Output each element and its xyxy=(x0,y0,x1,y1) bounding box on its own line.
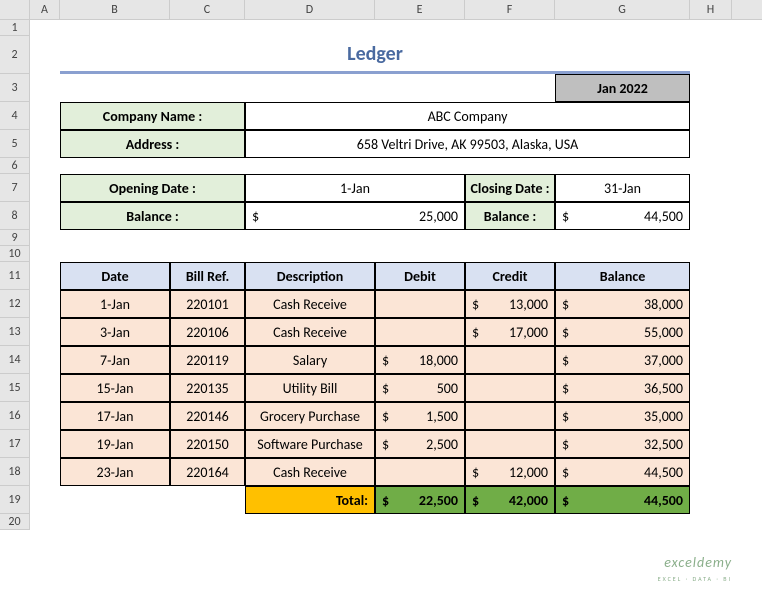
cell-debit[interactable]: $500 xyxy=(375,374,465,402)
row-header-10[interactable]: 10 xyxy=(0,246,29,262)
company-name-label: Company Name : xyxy=(60,102,245,130)
col-header-B[interactable]: B xyxy=(60,0,170,19)
cell-desc[interactable]: Software Purchase xyxy=(245,430,375,458)
col-header-F[interactable]: F xyxy=(465,0,555,19)
total-balance[interactable]: $44,500 xyxy=(555,486,690,514)
cell-credit[interactable] xyxy=(465,374,555,402)
cell-balance[interactable]: $35,000 xyxy=(555,402,690,430)
row-header-14[interactable]: 14 xyxy=(0,346,29,374)
col-header-C[interactable]: C xyxy=(170,0,245,19)
cell-ref[interactable]: 220135 xyxy=(170,374,245,402)
cell-desc[interactable]: Cash Receive xyxy=(245,458,375,486)
cell-ref[interactable]: 220146 xyxy=(170,402,245,430)
col-header-A[interactable]: A xyxy=(30,0,60,19)
row-header-7[interactable]: 7 xyxy=(0,174,29,202)
th-credit: Credit xyxy=(465,262,555,290)
cell-credit[interactable] xyxy=(465,430,555,458)
th-billref: Bill Ref. xyxy=(170,262,245,290)
cell-desc[interactable]: Utility Bill xyxy=(245,374,375,402)
cell-debit[interactable]: $1,500 xyxy=(375,402,465,430)
cell-date[interactable]: 19-Jan xyxy=(60,430,170,458)
closing-date-label: Closing Date : xyxy=(465,174,555,202)
cell-credit[interactable]: $12,000 xyxy=(465,458,555,486)
row-header-9[interactable]: 9 xyxy=(0,230,29,246)
address[interactable]: 658 Veltri Drive, AK 99503, Alaska, USA xyxy=(245,130,690,158)
col-header-E[interactable]: E xyxy=(375,0,465,19)
col-header-D[interactable]: D xyxy=(245,0,375,19)
month-badge[interactable]: Jan 2022 xyxy=(555,74,690,102)
opening-date-label: Opening Date : xyxy=(60,174,245,202)
cell-credit[interactable]: $17,000 xyxy=(465,318,555,346)
cell-balance[interactable]: $44,500 xyxy=(555,458,690,486)
cell-ref[interactable]: 220164 xyxy=(170,458,245,486)
total-credit[interactable]: $42,000 xyxy=(465,486,555,514)
row-header-1[interactable]: 1 xyxy=(0,20,29,36)
cell-date[interactable]: 7-Jan xyxy=(60,346,170,374)
opening-date[interactable]: 1-Jan xyxy=(245,174,465,202)
cell-balance[interactable]: $37,000 xyxy=(555,346,690,374)
cell-date[interactable]: 1-Jan xyxy=(60,290,170,318)
cell-ref[interactable]: 220119 xyxy=(170,346,245,374)
row-header-12[interactable]: 12 xyxy=(0,290,29,318)
row-header-8[interactable]: 8 xyxy=(0,202,29,230)
col-header-H[interactable]: H xyxy=(690,0,732,19)
row-header-20[interactable]: 20 xyxy=(0,514,29,530)
opening-balance-label: Balance : xyxy=(60,202,245,230)
closing-balance[interactable]: $44,500 xyxy=(555,202,690,230)
closing-date[interactable]: 31-Jan xyxy=(555,174,690,202)
company-name[interactable]: ABC Company xyxy=(245,102,690,130)
cell-desc[interactable]: Cash Receive xyxy=(245,290,375,318)
row-header-13[interactable]: 13 xyxy=(0,318,29,346)
row-header-3[interactable]: 3 xyxy=(0,74,29,102)
cell-date[interactable]: 23-Jan xyxy=(60,458,170,486)
ledger-title: Ledger xyxy=(60,36,690,74)
closing-balance-label: Balance : xyxy=(465,202,555,230)
cell-debit[interactable] xyxy=(375,290,465,318)
opening-balance[interactable]: $25,000 xyxy=(245,202,465,230)
cell-debit[interactable]: $2,500 xyxy=(375,430,465,458)
col-header-G[interactable]: G xyxy=(555,0,690,19)
watermark: exceldemy xyxy=(664,554,732,571)
watermark-sub: EXCEL · DATA · BI xyxy=(658,575,732,583)
row-headers: 1234567891011121314151617181920 xyxy=(0,20,30,530)
total-label: Total: xyxy=(245,486,375,514)
cell-balance[interactable]: $36,500 xyxy=(555,374,690,402)
address-label: Address : xyxy=(60,130,245,158)
cell-date[interactable]: 3-Jan xyxy=(60,318,170,346)
cell-desc[interactable]: Salary xyxy=(245,346,375,374)
th-debit: Debit xyxy=(375,262,465,290)
th-date: Date xyxy=(60,262,170,290)
cell-date[interactable]: 17-Jan xyxy=(60,402,170,430)
row-header-11[interactable]: 11 xyxy=(0,262,29,290)
row-header-16[interactable]: 16 xyxy=(0,402,29,430)
cell-ref[interactable]: 220101 xyxy=(170,290,245,318)
cell-date[interactable]: 15-Jan xyxy=(60,374,170,402)
cell-desc[interactable]: Grocery Purchase xyxy=(245,402,375,430)
row-header-2[interactable]: 2 xyxy=(0,36,29,74)
cell-credit[interactable] xyxy=(465,346,555,374)
row-header-5[interactable]: 5 xyxy=(0,130,29,158)
cell-debit[interactable] xyxy=(375,458,465,486)
th-description: Description xyxy=(245,262,375,290)
row-header-18[interactable]: 18 xyxy=(0,458,29,486)
row-header-6[interactable]: 6 xyxy=(0,158,29,174)
column-headers: ABCDEFGH xyxy=(0,0,762,20)
row-header-17[interactable]: 17 xyxy=(0,430,29,458)
total-debit[interactable]: $22,500 xyxy=(375,486,465,514)
cell-debit[interactable]: $18,000 xyxy=(375,346,465,374)
cell-ref[interactable]: 220106 xyxy=(170,318,245,346)
cell-debit[interactable] xyxy=(375,318,465,346)
cell-balance[interactable]: $55,000 xyxy=(555,318,690,346)
cell-ref[interactable]: 220150 xyxy=(170,430,245,458)
row-header-15[interactable]: 15 xyxy=(0,374,29,402)
cell-credit[interactable] xyxy=(465,402,555,430)
cell-balance[interactable]: $32,500 xyxy=(555,430,690,458)
cell-credit[interactable]: $13,000 xyxy=(465,290,555,318)
cell-desc[interactable]: Cash Receive xyxy=(245,318,375,346)
row-header-19[interactable]: 19 xyxy=(0,486,29,514)
th-balance: Balance xyxy=(555,262,690,290)
cell-balance[interactable]: $38,000 xyxy=(555,290,690,318)
spreadsheet-grid: LedgerJan 2022 Company Name :ABC CompanyA… xyxy=(30,20,762,530)
row-header-4[interactable]: 4 xyxy=(0,102,29,130)
